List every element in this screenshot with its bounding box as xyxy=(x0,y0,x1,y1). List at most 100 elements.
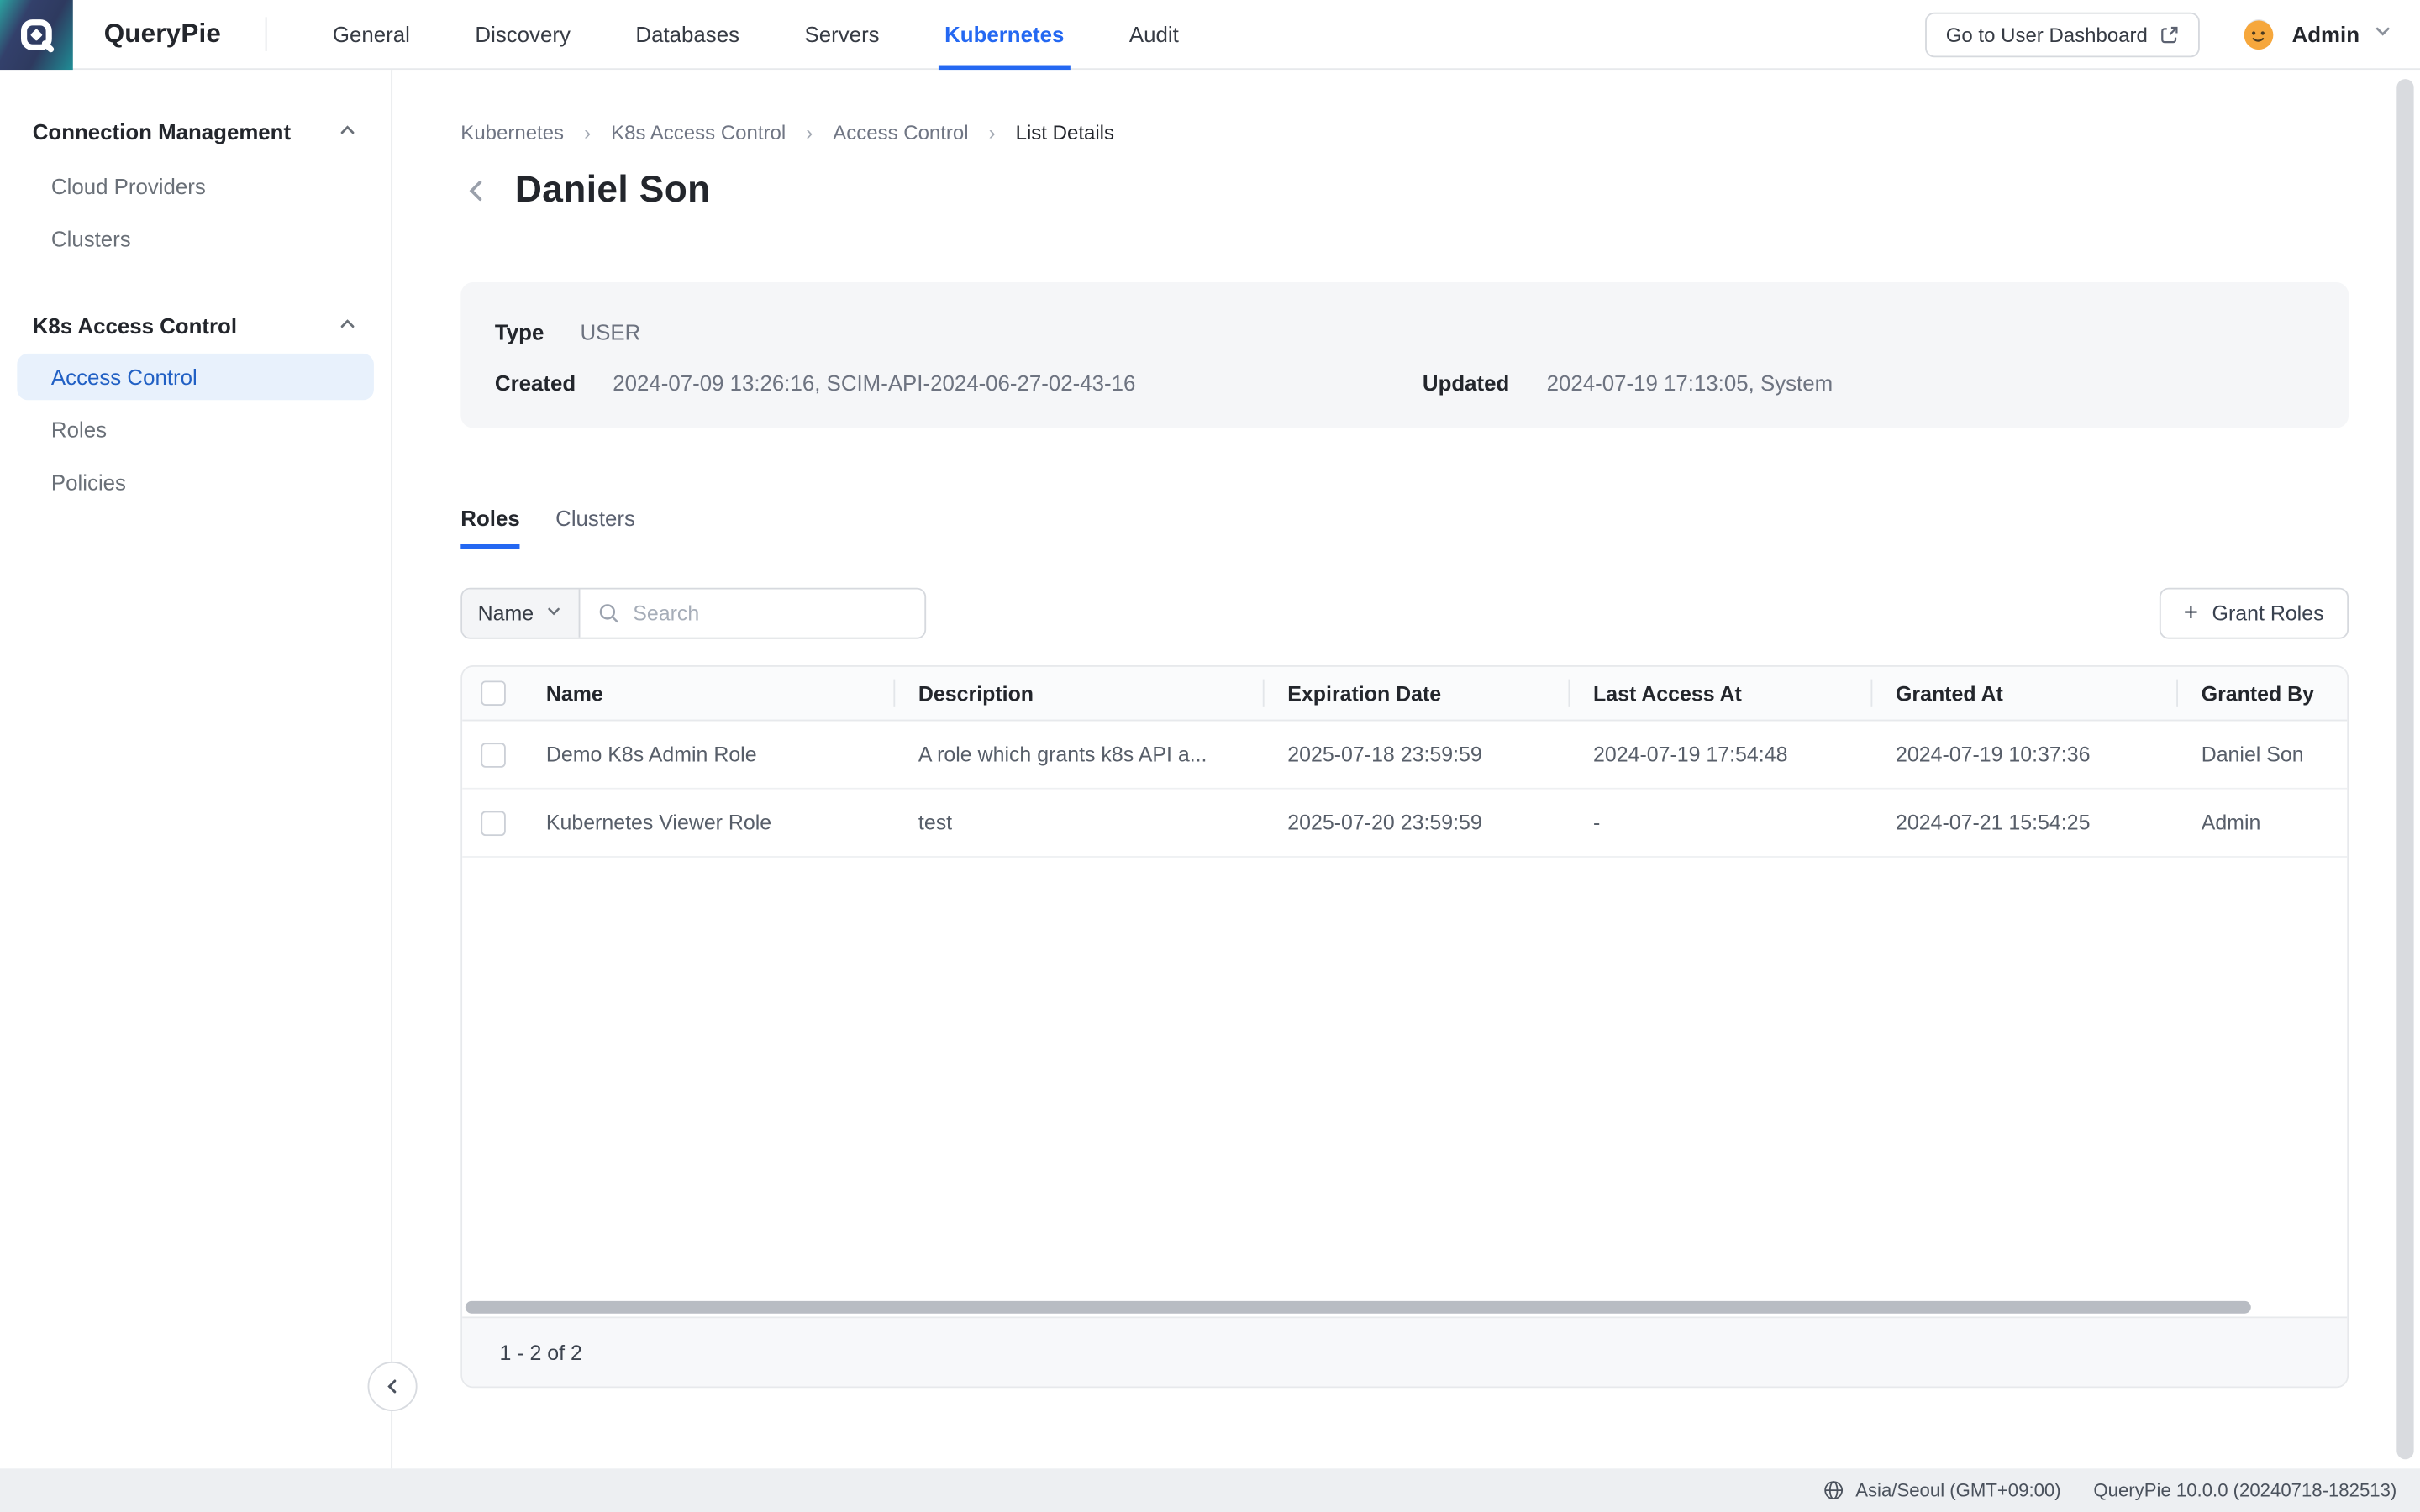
column-header-granted-at[interactable]: Granted At xyxy=(1870,681,2176,705)
section-items: Access Control Roles Policies xyxy=(0,354,391,509)
version-item: QueryPie 10.0.0 (20240718-182513) xyxy=(2093,1479,2396,1501)
breadcrumb: Kubernetes › K8s Access Control › Access… xyxy=(460,121,2349,144)
table-horizontal-scrollbar xyxy=(462,1298,2347,1316)
sidebar-item-policies[interactable]: Policies xyxy=(0,456,391,509)
created-value: 2024-07-09 13:26:16, SCIM-API-2024-06-27… xyxy=(613,370,1423,396)
nav-kubernetes[interactable]: Kubernetes xyxy=(912,0,1097,69)
title-row: Daniel Son xyxy=(460,169,2349,213)
table-pagination-bar: 1 - 2 of 2 xyxy=(462,1316,2347,1386)
globe-icon xyxy=(1823,1479,1844,1501)
search-icon xyxy=(597,601,621,625)
row-checkbox[interactable] xyxy=(481,811,506,836)
sidebar-item-cloud-providers[interactable]: Cloud Providers xyxy=(0,160,391,213)
column-header-name[interactable]: Name xyxy=(530,681,893,705)
sidebar-section-title-connection-management[interactable]: Connection Management xyxy=(0,116,391,147)
cell-description: test xyxy=(893,811,1262,835)
main-nav: General Discovery Databases Servers Kube… xyxy=(300,0,1211,69)
breadcrumb-k8s-access-control[interactable]: K8s Access Control xyxy=(611,121,786,144)
chevron-up-icon xyxy=(337,118,359,144)
user-name: Admin xyxy=(2292,22,2360,47)
querypie-logo-icon xyxy=(15,13,57,55)
nav-databases[interactable]: Databases xyxy=(603,0,772,69)
sidebar: Connection Management Cloud Providers Cl… xyxy=(0,70,392,1468)
sidebar-item-roles[interactable]: Roles xyxy=(0,403,391,456)
cell-granted-by: Daniel Son xyxy=(2176,743,2349,766)
sidebar-item-clusters[interactable]: Clusters xyxy=(0,213,391,265)
nav-servers[interactable]: Servers xyxy=(772,0,913,69)
app-root: QueryPie General Discovery Databases Ser… xyxy=(0,0,2420,1512)
nav-discovery[interactable]: Discovery xyxy=(443,0,603,69)
sidebar-section-title-k8s-access-control[interactable]: K8s Access Control xyxy=(0,310,391,341)
cell-granted-at: 2024-07-21 15:54:25 xyxy=(1870,811,2176,835)
roles-table: Name Description Expiration Date Last Ac… xyxy=(460,665,2349,1388)
section-items: Cloud Providers Clusters xyxy=(0,160,391,265)
cell-granted-at: 2024-07-19 10:37:36 xyxy=(1870,743,2176,766)
horizontal-scrollbar-thumb[interactable] xyxy=(466,1301,2251,1314)
chevron-up-icon xyxy=(337,312,359,339)
top-navigation-bar: QueryPie General Discovery Databases Ser… xyxy=(0,0,2420,70)
breadcrumb-kubernetes[interactable]: Kubernetes xyxy=(460,121,564,144)
chevron-down-icon xyxy=(544,601,563,625)
table-empty-area xyxy=(462,858,2347,1298)
search-group: Name xyxy=(460,588,926,639)
header-checkbox-cell xyxy=(462,680,530,706)
main-content: Kubernetes › K8s Access Control › Access… xyxy=(394,70,2420,1468)
sidebar-item-access-control[interactable]: Access Control xyxy=(17,354,374,400)
plus-icon: + xyxy=(2184,601,2198,626)
pagination-count: 1 - 2 of 2 xyxy=(499,1341,581,1364)
column-header-expiration-date[interactable]: Expiration Date xyxy=(1263,681,1569,705)
page-footer: Asia/Seoul (GMT+09:00) QueryPie 10.0.0 (… xyxy=(0,1468,2420,1512)
timezone-item: Asia/Seoul (GMT+09:00) xyxy=(1823,1479,2060,1501)
tab-roles[interactable]: Roles xyxy=(460,506,519,549)
grant-roles-button[interactable]: + Grant Roles xyxy=(2159,588,2349,639)
version-label: QueryPie 10.0.0 (20240718-182513) xyxy=(2093,1479,2396,1501)
avatar[interactable] xyxy=(2241,15,2278,52)
breadcrumb-separator: › xyxy=(806,121,813,144)
row-checkbox-cell xyxy=(462,742,530,767)
page-title: Daniel Son xyxy=(515,169,711,213)
tab-clusters[interactable]: Clusters xyxy=(555,506,635,549)
column-header-granted-by[interactable]: Granted By xyxy=(2176,681,2349,705)
breadcrumb-access-control[interactable]: Access Control xyxy=(833,121,968,144)
table-controls: Name + Grant Roles xyxy=(460,588,2349,639)
nav-general[interactable]: General xyxy=(300,0,443,69)
breadcrumb-list-details: List Details xyxy=(1016,121,1114,144)
detail-tabs: Roles Clusters xyxy=(460,506,2349,549)
search-field-select[interactable]: Name xyxy=(462,590,580,638)
window-vertical-scrollbar-thumb[interactable] xyxy=(2396,79,2413,1459)
sidebar-section-k8s-access-control: K8s Access Control Access Control Roles … xyxy=(0,310,391,508)
column-header-last-access-at[interactable]: Last Access At xyxy=(1568,681,1870,705)
grant-roles-button-label: Grant Roles xyxy=(2212,601,2324,625)
column-header-description[interactable]: Description xyxy=(893,681,1262,705)
row-checkbox[interactable] xyxy=(481,742,506,767)
header-divider xyxy=(266,17,268,51)
external-link-icon xyxy=(2160,24,2181,45)
type-label: Type xyxy=(495,319,581,344)
cell-expiration-date: 2025-07-18 23:59:59 xyxy=(1263,743,1569,766)
search-box xyxy=(580,590,924,638)
go-to-user-dashboard-button[interactable]: Go to User Dashboard xyxy=(1926,12,2201,57)
dashboard-button-label: Go to User Dashboard xyxy=(1946,23,2148,46)
back-button[interactable] xyxy=(460,176,492,207)
updated-value: 2024-07-19 17:13:05, System xyxy=(1547,370,1833,396)
querypie-logo[interactable] xyxy=(0,0,73,69)
cell-name: Kubernetes Viewer Role xyxy=(530,811,893,835)
table-row[interactable]: Demo K8s Admin Role A role which grants … xyxy=(462,721,2347,789)
section-title-label: Connection Management xyxy=(33,119,291,144)
chevron-left-icon xyxy=(381,1376,403,1398)
search-input[interactable] xyxy=(633,601,908,625)
nav-audit[interactable]: Audit xyxy=(1097,0,1211,69)
updated-label: Updated xyxy=(1423,370,1547,396)
table-row[interactable]: Kubernetes Viewer Role test 2025-07-20 2… xyxy=(462,790,2347,858)
breadcrumb-separator: › xyxy=(584,121,591,144)
cell-name: Demo K8s Admin Role xyxy=(530,743,893,766)
cell-granted-by: Admin xyxy=(2176,811,2349,835)
sidebar-collapse-button[interactable] xyxy=(368,1362,418,1411)
table-header-row: Name Description Expiration Date Last Ac… xyxy=(462,667,2347,722)
cell-last-access-at: - xyxy=(1568,811,1870,835)
user-menu-chevron-down-icon[interactable] xyxy=(2372,19,2394,49)
info-row-type: Type USER xyxy=(495,319,2315,344)
section-title-label: K8s Access Control xyxy=(33,313,237,339)
breadcrumb-separator: › xyxy=(989,121,996,144)
select-all-checkbox[interactable] xyxy=(481,680,506,706)
